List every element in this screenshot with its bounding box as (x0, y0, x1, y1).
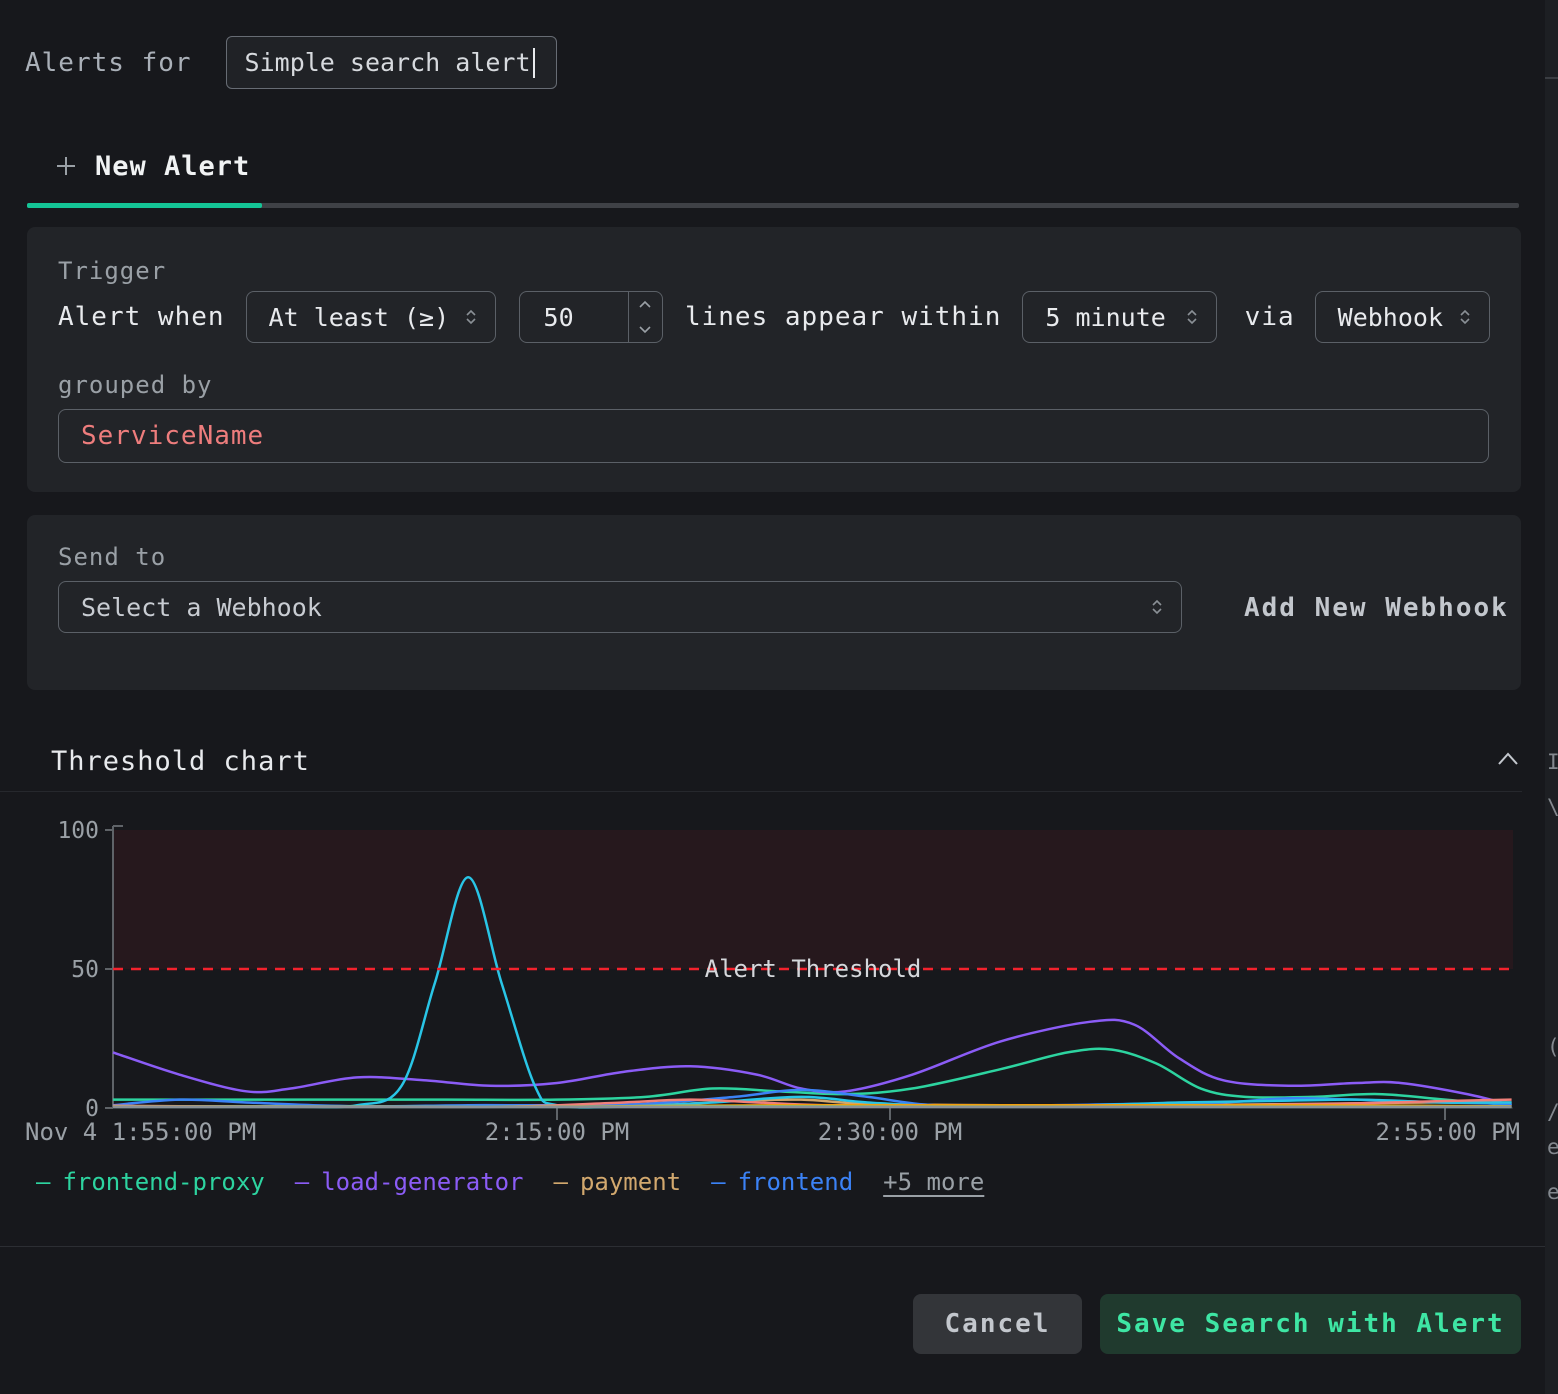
spinner-down-button[interactable] (629, 317, 662, 342)
tab-new-alert[interactable]: New Alert (27, 146, 1519, 186)
active-tab-indicator (27, 203, 262, 208)
channel-select[interactable]: Webhook (1315, 291, 1490, 343)
clipped-glyph: e (1547, 1135, 1558, 1159)
alert-name-input[interactable]: Simple search alert (226, 36, 557, 89)
add-new-webhook-button[interactable]: Add New Webhook (1244, 593, 1509, 623)
window-select[interactable]: 5 minute (1022, 291, 1216, 343)
x-axis-tick-label: 2:55:00 PM (1376, 1118, 1521, 1146)
clipped-glyph: \ (1547, 795, 1558, 819)
y-axis-tick-label: 100 (57, 818, 99, 844)
alert-threshold-label: Alert Threshold (705, 955, 922, 983)
grouped-by-value: ServiceName (81, 421, 264, 451)
threshold-chart-svg: 050100Nov 4 1:55:00 PM2:15:00 PM2:30:00 … (0, 808, 1558, 1148)
x-axis-tick-label: Nov 4 1:55:00 PM (25, 1118, 256, 1146)
clipped-glyph: / (1547, 1100, 1558, 1124)
count-spinner (628, 292, 662, 342)
legend-item[interactable]: — payment (554, 1168, 682, 1196)
legend-item[interactable]: — frontend-proxy (36, 1168, 265, 1196)
spinner-up-button[interactable] (629, 292, 662, 317)
x-axis-tick-label: 2:30:00 PM (818, 1118, 963, 1146)
legend-more-link[interactable]: +5 more (883, 1168, 984, 1196)
send-to-label: Send to (58, 543, 166, 571)
threshold-chart-title: Threshold chart (51, 746, 310, 777)
chevron-updown-icon (1457, 308, 1473, 326)
text-cursor (533, 48, 535, 78)
legend-swatch: — (295, 1168, 309, 1196)
x-axis-tick-label: 2:15:00 PM (485, 1118, 630, 1146)
clipped-edge-line (1545, 77, 1558, 79)
legend-item[interactable]: — load-generator (295, 1168, 524, 1196)
alert-name-value: Simple search alert (245, 48, 531, 77)
chevron-up-icon (638, 300, 652, 309)
clipped-glyph: ( (1547, 1035, 1558, 1059)
clipped-glyph: e (1547, 1180, 1558, 1204)
legend-swatch: — (36, 1168, 50, 1196)
alert-name-row: Alerts for Simple search alert (25, 36, 557, 89)
alert-editor-panel: Alerts for Simple search alert New Alert… (0, 0, 1558, 1394)
send-to-panel: Send to Select a Webhook Add New Webhook (27, 515, 1521, 690)
trigger-condition-row: Alert when At least (≥) 50 (58, 291, 1490, 343)
alert-tabs: New Alert (27, 146, 1519, 186)
clipped-glyph: I (1547, 750, 1558, 774)
condition-value: At least (≥) (269, 303, 450, 332)
grouped-by-label: grouped by (58, 371, 213, 399)
count-value: 50 (520, 292, 628, 342)
threshold-zone (113, 830, 1513, 969)
alerts-for-label: Alerts for (25, 48, 192, 78)
webhook-select[interactable]: Select a Webhook (58, 581, 1182, 633)
window-value: 5 minute (1045, 303, 1165, 332)
chart-legend: — frontend-proxy — load-generator — payment — f… (36, 1168, 984, 1196)
legend-swatch: — (554, 1168, 568, 1196)
threshold-chart: 050100Nov 4 1:55:00 PM2:15:00 PM2:30:00 … (0, 808, 1558, 1148)
lines-appear-label: lines appear within (685, 302, 1001, 332)
grouped-by-input[interactable]: ServiceName (58, 409, 1489, 463)
cancel-button[interactable]: Cancel (913, 1294, 1082, 1354)
plus-icon (55, 155, 77, 177)
condition-select[interactable]: At least (≥) (246, 291, 496, 343)
alert-when-label: Alert when (58, 302, 225, 332)
footer-divider (0, 1246, 1558, 1247)
legend-item[interactable]: — frontend (711, 1168, 853, 1196)
collapse-chevron-up-icon[interactable] (1496, 750, 1520, 768)
count-input[interactable]: 50 (519, 291, 663, 343)
chevron-down-icon (638, 325, 652, 334)
trigger-section-label: Trigger (58, 257, 166, 285)
legend-label: load-generator (321, 1168, 523, 1196)
via-label: via (1245, 302, 1295, 332)
trigger-panel: Trigger Alert when At least (≥) 50 (27, 227, 1521, 492)
legend-label: frontend-proxy (62, 1168, 264, 1196)
chevron-updown-icon (1184, 308, 1200, 326)
section-divider (0, 791, 1522, 792)
chevron-updown-icon (463, 308, 479, 326)
legend-label: payment (580, 1168, 681, 1196)
chevron-updown-icon (1149, 598, 1165, 616)
tab-new-alert-label: New Alert (95, 151, 250, 182)
legend-label: frontend (738, 1168, 854, 1196)
channel-value: Webhook (1338, 303, 1443, 332)
save-search-with-alert-button[interactable]: Save Search with Alert (1100, 1294, 1521, 1354)
legend-swatch: — (711, 1168, 725, 1196)
clipped-edge-content: I \ ( / ee (1545, 0, 1558, 1394)
webhook-select-value: Select a Webhook (81, 593, 322, 622)
y-axis-tick-label: 50 (71, 957, 99, 983)
